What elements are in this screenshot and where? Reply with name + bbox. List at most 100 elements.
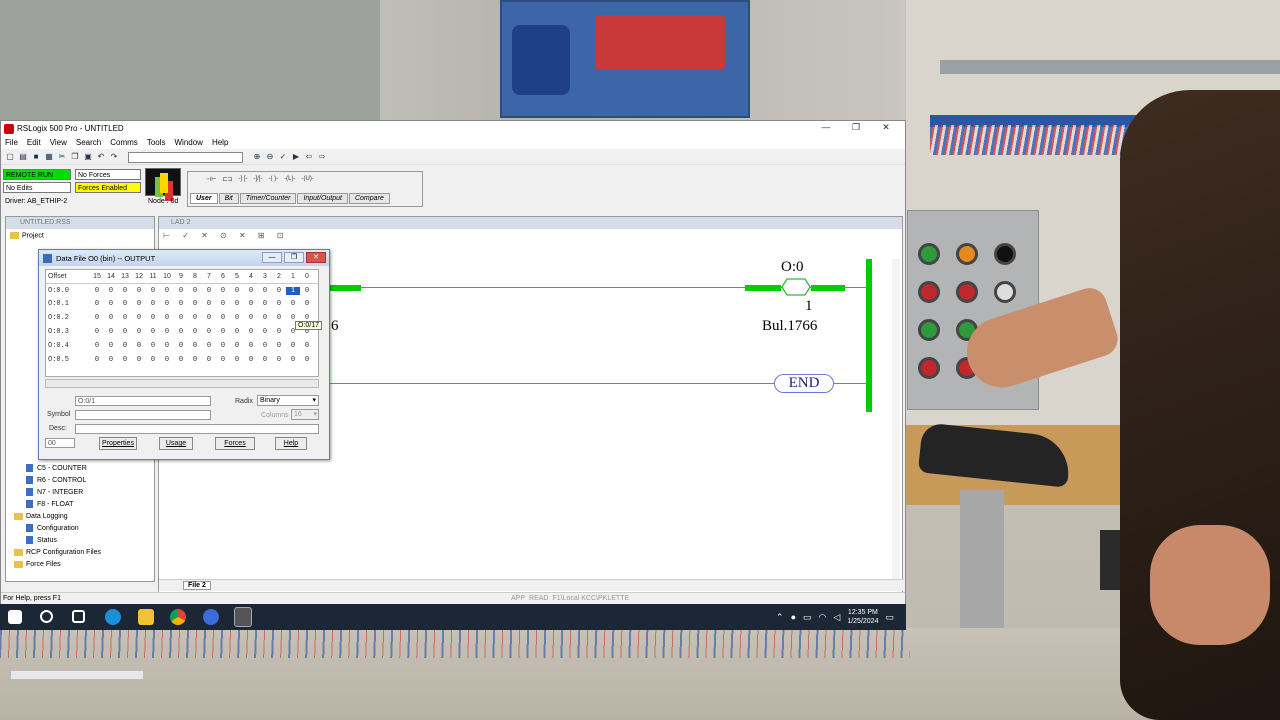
- tree-file[interactable]: C5 - COUNTER: [12, 463, 152, 475]
- tree-folder[interactable]: Force Files: [12, 559, 152, 571]
- bit-cell[interactable]: 0: [174, 314, 188, 322]
- tab-compare[interactable]: Compare: [348, 193, 390, 204]
- tree-file[interactable]: Status: [12, 535, 152, 547]
- bit-cell[interactable]: 0: [258, 314, 272, 322]
- redo-icon[interactable]: ↷: [109, 152, 119, 162]
- bit-cell[interactable]: 0: [202, 300, 216, 308]
- bit-cell[interactable]: 0: [202, 342, 216, 350]
- tree-root[interactable]: Project: [10, 232, 44, 239]
- tab-bit[interactable]: Bit: [218, 193, 239, 204]
- bit-cell[interactable]: 0: [104, 300, 118, 308]
- bit-cell[interactable]: 0: [188, 356, 202, 364]
- bit-cell[interactable]: 0: [216, 314, 230, 322]
- open-icon[interactable]: ▤: [18, 152, 28, 162]
- play-icon[interactable]: ▶: [291, 152, 301, 162]
- cut-icon[interactable]: ✂: [57, 152, 67, 162]
- bit-cell[interactable]: 0: [118, 314, 132, 322]
- ladder-vertical-scrollbar[interactable]: [892, 259, 900, 587]
- edge-icon[interactable]: [105, 609, 121, 625]
- output-coil[interactable]: [781, 278, 811, 296]
- bit-cell[interactable]: 0: [272, 287, 286, 295]
- bit-cell[interactable]: 0: [90, 356, 104, 364]
- bit-cell[interactable]: 0: [258, 328, 272, 336]
- bit-cell[interactable]: 0: [244, 356, 258, 364]
- usage-button[interactable]: Usage: [159, 437, 193, 450]
- bit-cell[interactable]: 0: [244, 300, 258, 308]
- bit-cell[interactable]: 0: [174, 328, 188, 336]
- close-button[interactable]: ✕: [871, 122, 901, 133]
- bit-cell[interactable]: 0: [160, 356, 174, 364]
- bit-cell[interactable]: 0: [216, 342, 230, 350]
- forces-button[interactable]: Forces: [215, 437, 255, 450]
- bit-cell[interactable]: 0: [174, 342, 188, 350]
- bit-cell[interactable]: 0: [216, 356, 230, 364]
- desc-field[interactable]: [75, 424, 319, 434]
- bit-cell[interactable]: 0: [118, 342, 132, 350]
- bit-cell[interactable]: 0: [146, 314, 160, 322]
- bit-cell[interactable]: 0: [230, 342, 244, 350]
- bit-cell[interactable]: 0: [272, 342, 286, 350]
- bit-cell[interactable]: 0: [286, 300, 300, 308]
- tab-timer-counter[interactable]: Timer/Counter: [239, 193, 297, 204]
- verify-icon[interactable]: ✓: [278, 152, 288, 162]
- bit-cell[interactable]: 0: [90, 328, 104, 336]
- bit-cell[interactable]: 0: [258, 342, 272, 350]
- bit-cell[interactable]: 0: [160, 328, 174, 336]
- forward-icon[interactable]: ⇨: [317, 152, 327, 162]
- file-tab[interactable]: File 2: [183, 581, 211, 590]
- volume-icon[interactable]: ◁: [833, 612, 840, 623]
- menu-window[interactable]: Window: [175, 138, 203, 147]
- bit-cell[interactable]: 0: [146, 356, 160, 364]
- bit-cell[interactable]: 0: [202, 328, 216, 336]
- search-combo[interactable]: [128, 151, 243, 163]
- bit-cell[interactable]: 0: [202, 287, 216, 295]
- bit-cell[interactable]: 1: [286, 286, 300, 295]
- bit-cell[interactable]: 0: [132, 300, 146, 308]
- bit-cell[interactable]: 0: [104, 314, 118, 322]
- bit-cell[interactable]: 0: [188, 300, 202, 308]
- bit-cell[interactable]: 0: [104, 342, 118, 350]
- bit-cell[interactable]: 0: [272, 356, 286, 364]
- symbol-field[interactable]: [75, 410, 211, 420]
- menu-edit[interactable]: Edit: [27, 138, 41, 147]
- bit-cell[interactable]: 0: [118, 328, 132, 336]
- tree-folder[interactable]: Data Logging: [12, 511, 152, 523]
- tree-file[interactable]: N7 - INTEGER: [12, 487, 152, 499]
- bit-cell[interactable]: 0: [132, 314, 146, 322]
- end-instruction[interactable]: END: [774, 374, 834, 393]
- bit-cell[interactable]: 0: [188, 314, 202, 322]
- dialog-title-bar[interactable]: Data File O0 (bin) -- OUTPUT — ❐ ✕: [39, 250, 329, 266]
- paste-icon[interactable]: ▣: [83, 152, 93, 162]
- bit-cell[interactable]: 0: [146, 328, 160, 336]
- address-field[interactable]: O:0/1: [75, 396, 211, 406]
- bit-cell[interactable]: 0: [258, 287, 272, 295]
- zoom-in-icon[interactable]: ⊕: [252, 152, 262, 162]
- undo-icon[interactable]: ↶: [96, 152, 106, 162]
- bit-cell[interactable]: 0: [174, 287, 188, 295]
- rung-icon[interactable]: ⊣⊢: [206, 176, 216, 183]
- bit-cell[interactable]: 0: [244, 287, 258, 295]
- clock[interactable]: 12:35 PM 1/25/2024: [847, 608, 878, 626]
- bit-cell[interactable]: 0: [174, 356, 188, 364]
- bit-cell[interactable]: 0: [244, 342, 258, 350]
- bit-cell[interactable]: 0: [90, 342, 104, 350]
- bit-cell[interactable]: 0: [244, 328, 258, 336]
- bit-cell[interactable]: 0: [286, 356, 300, 364]
- bit-cell[interactable]: 0: [160, 300, 174, 308]
- task-view-icon[interactable]: [72, 610, 85, 623]
- bit-cell[interactable]: 0: [132, 328, 146, 336]
- zoom-out-icon[interactable]: ⊖: [265, 152, 275, 162]
- bit-cell[interactable]: 0: [174, 300, 188, 308]
- menu-comms[interactable]: Comms: [110, 138, 138, 147]
- bit-cell[interactable]: 0: [104, 287, 118, 295]
- bit-cell[interactable]: 0: [202, 314, 216, 322]
- xic-icon[interactable]: -] [-: [239, 176, 248, 183]
- bit-cell[interactable]: 0: [230, 314, 244, 322]
- save-icon[interactable]: ■: [31, 152, 41, 162]
- dialog-minimize-button[interactable]: —: [262, 252, 282, 263]
- wifi-icon[interactable]: ◠: [819, 612, 827, 623]
- menu-view[interactable]: View: [50, 138, 67, 147]
- bit-cell[interactable]: 0: [272, 300, 286, 308]
- radix-select[interactable]: Binary ▾: [257, 395, 319, 406]
- bit-cell[interactable]: 0: [146, 300, 160, 308]
